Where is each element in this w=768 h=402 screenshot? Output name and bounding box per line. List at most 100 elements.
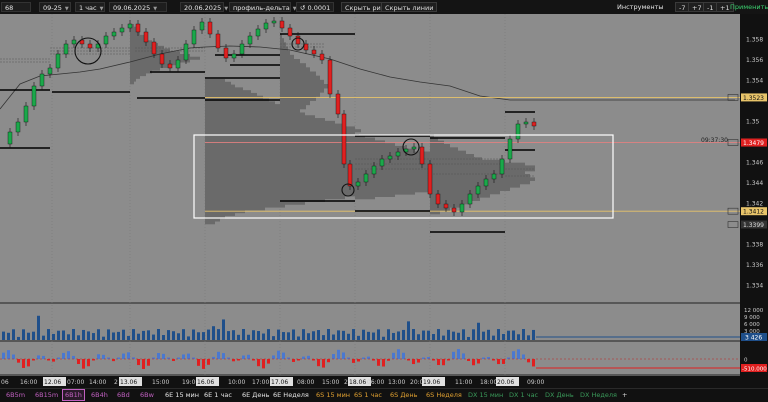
delta-bar bbox=[202, 359, 205, 369]
candle-body bbox=[279, 20, 285, 29]
time-axis-label: 11:00 bbox=[455, 379, 472, 386]
delta-bar bbox=[257, 359, 260, 367]
candle-body bbox=[335, 93, 341, 115]
date-to-input[interactable]: 20.06.2025 ▼ bbox=[180, 2, 228, 12]
profile-bar bbox=[280, 129, 282, 135]
profile-bar bbox=[205, 90, 251, 94]
volume-bar bbox=[477, 322, 480, 340]
price-axis-label: 1.354 bbox=[746, 78, 763, 85]
tab-6e-15-мин[interactable]: 6E 15 мин bbox=[163, 390, 201, 400]
time-axis-label: 2 bbox=[114, 379, 118, 386]
price-chart[interactable]: 1.3581.3561.3541.351.3481.3461.3441.3421… bbox=[0, 14, 768, 388]
tab-+[interactable]: + bbox=[620, 390, 629, 400]
volume-bar bbox=[57, 330, 60, 340]
candle-body bbox=[247, 35, 253, 45]
delta-bar bbox=[337, 349, 340, 359]
tab-6s-день[interactable]: 6S День bbox=[388, 390, 420, 400]
volume-bar bbox=[227, 331, 230, 340]
tab-6bd[interactable]: 6Bd bbox=[115, 390, 132, 400]
tab-dx-неделя[interactable]: DX Неделя bbox=[578, 390, 619, 400]
delta-bar bbox=[127, 352, 130, 359]
candle-body bbox=[191, 29, 197, 45]
tab-dx-день[interactable]: DX День bbox=[543, 390, 576, 400]
delta-bar bbox=[122, 353, 125, 359]
profile-bar bbox=[430, 177, 535, 181]
delta-bar bbox=[282, 352, 285, 359]
tab-6e-1-час[interactable]: 6E 1 час bbox=[202, 390, 234, 400]
time-axis-label: 18:00 bbox=[480, 379, 497, 386]
candle-body bbox=[363, 173, 369, 183]
tab-dx-1-час[interactable]: DX 1 час bbox=[507, 390, 540, 400]
tab-6b5m[interactable]: 6B5m bbox=[4, 390, 27, 400]
instruments-menu[interactable]: Инструменты bbox=[617, 2, 664, 12]
tick-size-input[interactable]: ↺ 0.0001 bbox=[296, 2, 334, 12]
volume-bar bbox=[372, 332, 375, 340]
profile-bar bbox=[280, 121, 286, 126]
tab-6s-1-час[interactable]: 6S 1 час bbox=[352, 390, 384, 400]
symbol-input[interactable]: 68 bbox=[1, 2, 31, 12]
volume-bar bbox=[32, 331, 35, 340]
time-axis-label: 16:00 bbox=[20, 379, 37, 386]
delta-bar bbox=[442, 359, 445, 366]
chevron-down-icon: ▼ bbox=[153, 6, 158, 12]
delta-bar bbox=[387, 359, 390, 361]
volume-bar bbox=[507, 330, 510, 340]
tick-size-value: 0.0001 bbox=[307, 4, 331, 12]
apply-button[interactable]: Применить bbox=[730, 2, 768, 12]
tab-6s-неделя[interactable]: 6S Неделя bbox=[424, 390, 464, 400]
tab-6e-неделя[interactable]: 6E Неделя bbox=[271, 390, 311, 400]
delta-bar bbox=[2, 352, 5, 359]
price-badge-label: 1.3399 bbox=[743, 222, 764, 229]
chevron-down-icon: ▼ bbox=[64, 6, 69, 12]
volume-bar bbox=[517, 334, 520, 340]
delta-bar bbox=[512, 351, 515, 359]
tab-6s-15-мин[interactable]: 6S 15 мин bbox=[314, 390, 352, 400]
delta-bar bbox=[302, 356, 305, 359]
delta-bar bbox=[82, 359, 85, 369]
profile-bar bbox=[130, 40, 152, 44]
profile-type-select[interactable]: профиль-дельта ▼ bbox=[229, 2, 297, 12]
profile-bar bbox=[205, 118, 325, 122]
toolbar: 68 09-25 ▼ 1 час ▼ 09.06.2025 ▼ 20.06.2025 ▼… bbox=[0, 0, 768, 15]
tab-6e-день[interactable]: 6E День bbox=[240, 390, 271, 400]
volume-bar bbox=[267, 329, 270, 340]
time-axis-label: 19.06 bbox=[423, 379, 440, 386]
profile-bar bbox=[280, 109, 300, 114]
volume-bar bbox=[352, 329, 355, 340]
time-axis-label: 08:00 bbox=[297, 379, 314, 386]
tab-6b1h[interactable]: 6B1h bbox=[62, 389, 85, 401]
volume-bar bbox=[17, 336, 20, 340]
delta-bar bbox=[7, 350, 10, 359]
price-badge-label: 1.3523 bbox=[743, 95, 764, 102]
candle-body bbox=[451, 207, 457, 213]
delta-bar bbox=[162, 353, 165, 359]
candle-body bbox=[167, 63, 173, 69]
tab-6bw[interactable]: 6Bw bbox=[138, 390, 156, 400]
candle-body bbox=[347, 163, 353, 187]
candle-body bbox=[435, 193, 441, 205]
candle-body bbox=[119, 27, 125, 33]
candle-body bbox=[7, 131, 13, 145]
volume-bar bbox=[122, 329, 125, 340]
date-from-input[interactable]: 09.06.2025 ▼ bbox=[109, 2, 167, 12]
volume-bar bbox=[522, 329, 525, 340]
volume-bar bbox=[192, 329, 195, 340]
tab-6b15m[interactable]: 6B15m bbox=[33, 390, 60, 400]
volume-bar bbox=[147, 330, 150, 340]
tab-dx-15-мин[interactable]: DX 15 мин bbox=[466, 390, 505, 400]
delta-axis-label: 0 bbox=[744, 358, 748, 364]
volume-bar bbox=[117, 331, 120, 340]
volume-bar bbox=[442, 335, 445, 340]
candle-body bbox=[63, 43, 69, 55]
contract-select[interactable]: 09-25 ▼ bbox=[39, 2, 71, 12]
chart-area[interactable]: 1.3581.3561.3541.351.3481.3461.3441.3421… bbox=[0, 14, 768, 388]
delta-bar bbox=[527, 359, 530, 363]
candle-body bbox=[207, 21, 213, 35]
volume-bar bbox=[412, 329, 415, 340]
timeframe-select[interactable]: 1 час ▼ bbox=[75, 2, 105, 12]
hide-lines-button[interactable]: Скрыть линии bbox=[381, 2, 438, 12]
volume-bar bbox=[462, 329, 465, 340]
delta-bar bbox=[462, 353, 465, 359]
tab-6b4h[interactable]: 6B4h bbox=[89, 390, 110, 400]
candle-body bbox=[199, 21, 205, 31]
